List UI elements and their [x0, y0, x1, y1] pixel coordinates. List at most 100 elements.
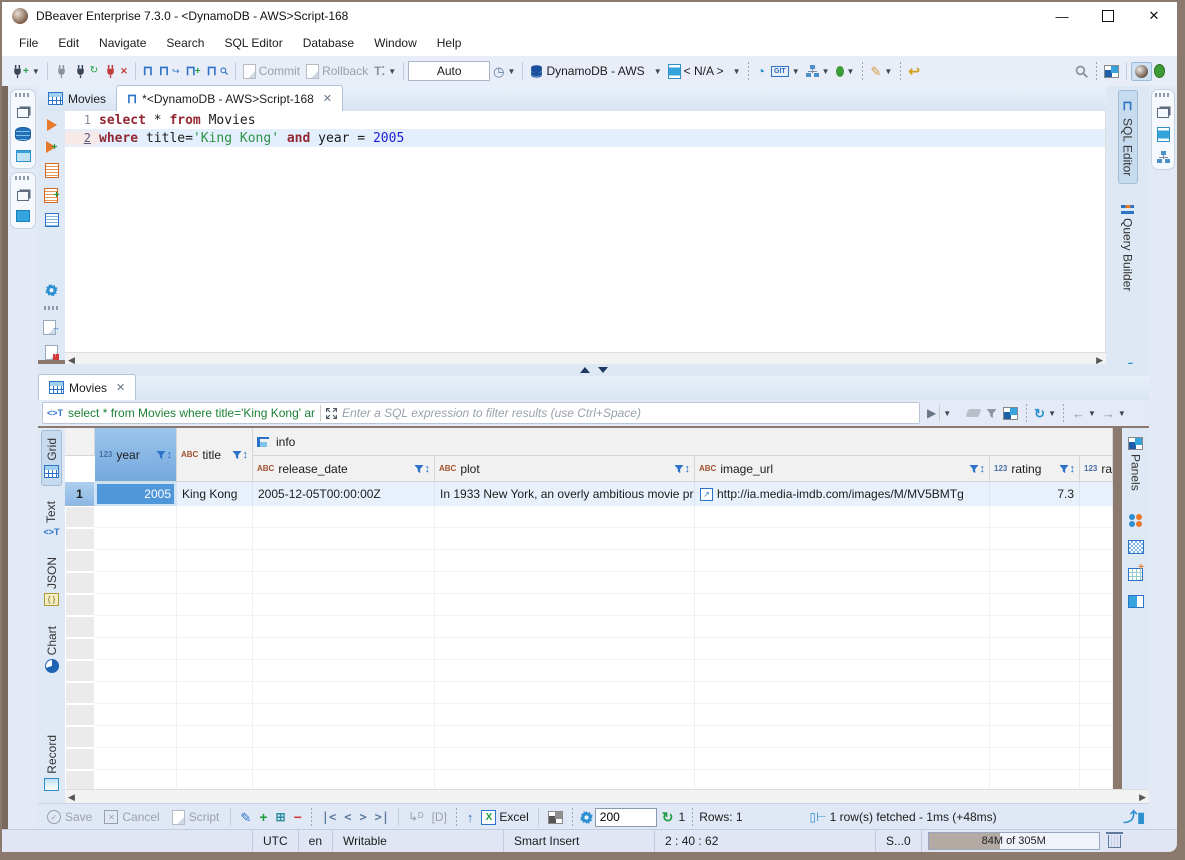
clear-filter-button[interactable]	[964, 407, 983, 419]
column-header-release-date[interactable]: ABC release_date ↕	[253, 456, 435, 482]
column-header-rating[interactable]: 123 rating ↕	[990, 456, 1080, 482]
debug-button[interactable]: ▼	[833, 64, 858, 79]
execute-script-new-button[interactable]: +	[44, 188, 60, 203]
new-sql-script-button[interactable]: ⊓+	[183, 61, 204, 81]
empty-row[interactable]	[65, 550, 1113, 572]
commit-button[interactable]: Commit	[240, 62, 303, 81]
cancel-button[interactable]: ✕Cancel	[99, 810, 164, 824]
sql-editor-canvas[interactable]: 1 select * from Movies 2 where title='Ki…	[65, 111, 1106, 352]
cell-title[interactable]: King Kong	[177, 482, 253, 506]
export-result-button[interactable]: →	[43, 320, 60, 335]
scroll-right-icon[interactable]: ▶	[1139, 792, 1146, 803]
empty-row[interactable]	[65, 616, 1113, 638]
sash-minimize-icon[interactable]	[598, 367, 608, 373]
drag-handle-icon[interactable]	[15, 176, 31, 180]
reconnect-button[interactable]: ↻	[71, 63, 101, 80]
fetch-size-input[interactable]	[595, 808, 657, 827]
duplicate-row-button[interactable]: ⊞	[273, 809, 289, 825]
filter-funnel-icon[interactable]	[674, 464, 684, 474]
panel-zoom-icons[interactable]	[1129, 514, 1143, 528]
cell-year-selected[interactable]: 2005	[95, 482, 177, 506]
empty-row[interactable]	[65, 748, 1113, 770]
editor-settings-button[interactable]	[45, 284, 58, 297]
sort-arrows-icon[interactable]: ↕	[980, 463, 986, 475]
cell-ra[interactable]	[1080, 482, 1113, 506]
panel-layout-icon[interactable]	[1128, 595, 1144, 608]
go-to-row-button[interactable]: ↳ᴰ	[405, 809, 426, 825]
empty-row[interactable]	[65, 572, 1113, 594]
search-toolbar-button[interactable]	[1072, 63, 1091, 80]
menu-help[interactable]: Help	[428, 32, 471, 54]
connect-button[interactable]	[52, 63, 71, 80]
first-row-button[interactable]: |<	[319, 810, 339, 824]
tab-results-movies[interactable]: Movies ✕	[38, 374, 136, 400]
filter-funnel-icon[interactable]	[232, 450, 242, 460]
tab-json[interactable]: JSON { }	[42, 550, 61, 613]
language-indicator[interactable]: en	[299, 830, 333, 852]
previous-row-button[interactable]: <	[341, 810, 354, 824]
scroll-left-icon[interactable]: ◀	[68, 792, 75, 803]
empty-row[interactable]	[65, 682, 1113, 704]
browse-sql-button[interactable]: ⊓	[204, 61, 231, 81]
tab-sql-script[interactable]: ⊓ *<DynamoDB - AWS>Script-168 ✕	[116, 85, 343, 111]
empty-row[interactable]	[65, 660, 1113, 682]
tab-movies-table[interactable]: Movies	[38, 86, 116, 111]
active-schema-combo[interactable]: < N/A >▼	[665, 62, 744, 81]
insert-mode-indicator[interactable]: Smart Insert	[504, 830, 655, 852]
cell-image-url[interactable]: ↗http://ia.media-imdb.com/images/M/MV5BM…	[695, 482, 990, 506]
empty-row[interactable]	[65, 638, 1113, 660]
maximize-button[interactable]	[1085, 2, 1131, 30]
rollback-button[interactable]: Rollback	[303, 62, 371, 81]
row-number-cell[interactable]: 1	[65, 482, 95, 506]
sash-maximize-icon[interactable]	[580, 367, 590, 373]
cell-release-date[interactable]: 2005-12-05T00:00:00Z	[253, 482, 435, 506]
tab-grid[interactable]: Grid	[41, 430, 62, 486]
git-button[interactable]: GIT▼	[768, 64, 803, 79]
garbage-collect-icon[interactable]	[1108, 835, 1121, 848]
menu-search[interactable]: Search	[157, 32, 213, 54]
column-header-image-url[interactable]: ABC image_url ↕	[695, 456, 990, 482]
debug-perspective-button[interactable]	[1152, 63, 1167, 79]
tab-panels[interactable]: Panels	[1126, 430, 1145, 498]
empty-row[interactable]	[65, 506, 1113, 528]
sort-arrows-icon[interactable]: ↕	[685, 463, 691, 475]
tab-chart[interactable]: Chart	[43, 619, 61, 680]
menu-database[interactable]: Database	[294, 32, 363, 54]
nav-forward-button[interactable]: →▼	[1099, 405, 1129, 422]
dashboard-button[interactable]: ◔	[754, 62, 768, 80]
tab-query-builder-vertical[interactable]: Query Builder	[1119, 198, 1137, 298]
minimize-button[interactable]: —	[1039, 2, 1085, 30]
compose-button[interactable]: ✎▼	[867, 63, 895, 80]
delete-row-button[interactable]: −	[291, 808, 305, 826]
restore-view-icon[interactable]	[17, 191, 29, 201]
script-validate-button[interactable]: !	[45, 345, 59, 360]
menu-edit[interactable]: Edit	[49, 32, 88, 54]
caret-position-indicator[interactable]: 2 : 40 : 62	[655, 830, 876, 852]
disconnect-button[interactable]: ✕	[101, 63, 131, 80]
outline-view-icon[interactable]	[1157, 151, 1170, 163]
sort-arrows-icon[interactable]: ↕	[1070, 463, 1076, 475]
empty-row[interactable]	[65, 704, 1113, 726]
panel-metadata-icon[interactable]	[1128, 568, 1143, 581]
execute-script-button[interactable]	[45, 163, 59, 178]
select-row-button[interactable]: [D]	[429, 809, 450, 825]
last-edit-location-button[interactable]: ↩	[905, 62, 923, 80]
menu-window[interactable]: Window	[365, 32, 426, 54]
refetch-button[interactable]: ↻	[659, 808, 677, 826]
table-row[interactable]: 1 2005 King Kong 2005-12-05T00:00:00Z In…	[65, 482, 1113, 506]
column-header-year[interactable]: 123 year ↕	[95, 428, 177, 482]
column-header-info[interactable]: info	[253, 428, 1113, 456]
empty-row[interactable]	[65, 770, 1113, 790]
minimized-view-icon[interactable]	[16, 210, 30, 222]
column-header-ra-truncated[interactable]: 123 ra	[1080, 456, 1113, 482]
new-connection-button[interactable]: +▼	[8, 63, 43, 80]
filter-input[interactable]: <>T select * from Movies where title='Ki…	[42, 402, 920, 424]
restore-view-icon[interactable]	[1157, 108, 1169, 118]
close-icon[interactable]: ✕	[116, 381, 125, 394]
panel-value-viewer-icon[interactable]	[1128, 540, 1144, 554]
projects-view-icon[interactable]	[16, 150, 31, 162]
export-excel-button[interactable]: XExcel	[478, 808, 531, 827]
add-row-button[interactable]: +	[256, 808, 270, 826]
tab-text[interactable]: Text <>T	[41, 494, 61, 544]
fetch-next-page-icon[interactable]: ⤴▮	[1123, 807, 1145, 827]
